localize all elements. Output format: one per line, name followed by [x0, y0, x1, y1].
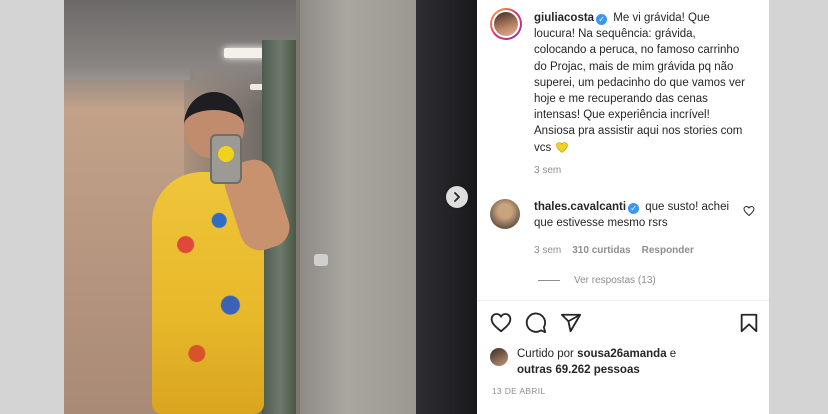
comment-meta: 3 sem 310 curtidas Responder [534, 245, 694, 256]
photo-door-handle [314, 254, 328, 266]
reply-button[interactable]: Responder [642, 245, 694, 256]
comment-timestamp[interactable]: 3 sem [534, 245, 561, 256]
caption-timestamp[interactable]: 3 sem [534, 165, 561, 176]
likes-text: Curtido por sousa26amanda e outras 69.26… [517, 346, 676, 378]
post-date[interactable]: 13 DE ABRIL [492, 386, 545, 396]
post-sidebar: giuliacosta ✓ Me vi grávida! Que loucura!… [477, 0, 769, 414]
comment-icon[interactable] [525, 312, 547, 334]
divider [477, 300, 769, 301]
verified-badge-icon: ✓ [628, 203, 640, 214]
caption-text: Me vi grávida! Que loucura! Na sequência… [534, 12, 745, 154]
comment: thales.cavalcanti ✓ que susto! achei que … [490, 199, 760, 231]
liker-avatar[interactable] [490, 348, 508, 366]
comment-likes-count[interactable]: 310 curtidas [572, 245, 630, 256]
commenter-username[interactable]: thales.cavalcanti [534, 201, 626, 213]
heart-icon[interactable] [743, 205, 755, 217]
bookmark-icon[interactable] [738, 312, 760, 334]
comment-text-block: thales.cavalcanti ✓ que susto! achei que … [534, 199, 732, 231]
verified-badge-icon: ✓ [596, 14, 608, 25]
carousel-next-button[interactable] [446, 186, 468, 208]
view-replies-button[interactable]: Ver respostas (13) [538, 275, 656, 286]
replies-line [538, 280, 560, 281]
likes-others-count[interactable]: outras 69.262 pessoas [517, 364, 640, 376]
likes-connector: e [669, 348, 677, 360]
heart-icon[interactable] [490, 312, 512, 334]
photo-dark-side [416, 0, 477, 414]
author-avatar[interactable] [490, 8, 522, 40]
action-bar [490, 312, 760, 336]
post-photo [64, 0, 477, 414]
paper-plane-icon[interactable] [560, 312, 582, 334]
page-backdrop-right [769, 0, 828, 414]
liker-username[interactable]: sousa26amanda [577, 348, 667, 360]
yellow-heart-emoji [556, 141, 569, 153]
page-backdrop-left [0, 0, 64, 414]
caption-text-block: giuliacosta ✓ Me vi grávida! Que loucura!… [534, 8, 748, 156]
photo-phone-sticker [218, 146, 234, 162]
photo-door [296, 0, 416, 414]
author-username[interactable]: giuliacosta [534, 12, 594, 24]
chevron-right-icon [454, 192, 460, 202]
likes-prefix: Curtido por [517, 348, 574, 360]
caption: giuliacosta ✓ Me vi grávida! Que loucura!… [490, 8, 760, 156]
commenter-avatar[interactable] [490, 199, 520, 229]
likes-summary: Curtido por sousa26amanda e outras 69.26… [490, 346, 676, 378]
view-replies-label: Ver respostas (13) [574, 275, 656, 286]
